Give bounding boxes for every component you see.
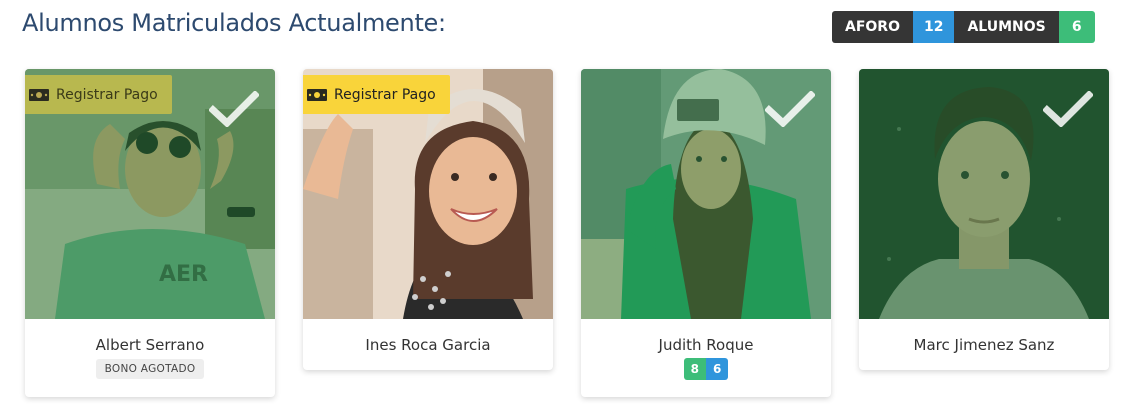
alumnos-count: 6 [1058, 11, 1095, 43]
student-name: Albert Serrano [95, 336, 205, 354]
student-photo: Registrar Pago [303, 69, 553, 319]
sessions-total: 6 [706, 358, 729, 380]
money-bill-icon [29, 88, 49, 101]
check-icon [1043, 91, 1093, 127]
sessions-badge: 8 6 [683, 358, 729, 380]
student-name: Ines Roca Garcia [365, 336, 491, 354]
student-photo [859, 69, 1109, 319]
aforo-label: AFORO [832, 11, 913, 43]
student-card-judith[interactable]: Judith Roque 8 6 [581, 69, 831, 397]
aforo-count: 12 [912, 11, 955, 43]
register-payment-button[interactable]: Registrar Pago [25, 75, 172, 114]
register-payment-label: Registrar Pago [334, 86, 436, 103]
alumnos-label: ALUMNOS [954, 11, 1059, 43]
capacity-stats: AFORO 12 ALUMNOS 6 [832, 11, 1095, 43]
register-payment-button[interactable]: Registrar Pago [303, 75, 450, 114]
check-icon [209, 91, 259, 127]
student-photo [581, 69, 831, 319]
student-card-ines[interactable]: Registrar Pago Ines Roca Garcia [303, 69, 553, 370]
student-photo: AER Registrar Pago [25, 69, 275, 319]
student-name: Marc Jimenez Sanz [913, 336, 1055, 354]
money-bill-icon [307, 88, 327, 101]
student-card-marc[interactable]: Marc Jimenez Sanz [859, 69, 1109, 370]
check-icon [765, 91, 815, 127]
status-badge: BONO AGOTADO [95, 359, 205, 379]
student-card-albert[interactable]: AER Registrar Pago Albert Serrano BONO A… [25, 69, 275, 397]
page-title: Alumnos Matriculados Actualmente: [22, 9, 446, 37]
sessions-used: 8 [683, 358, 706, 380]
register-payment-label: Registrar Pago [56, 86, 158, 103]
student-name: Judith Roque [658, 336, 754, 354]
